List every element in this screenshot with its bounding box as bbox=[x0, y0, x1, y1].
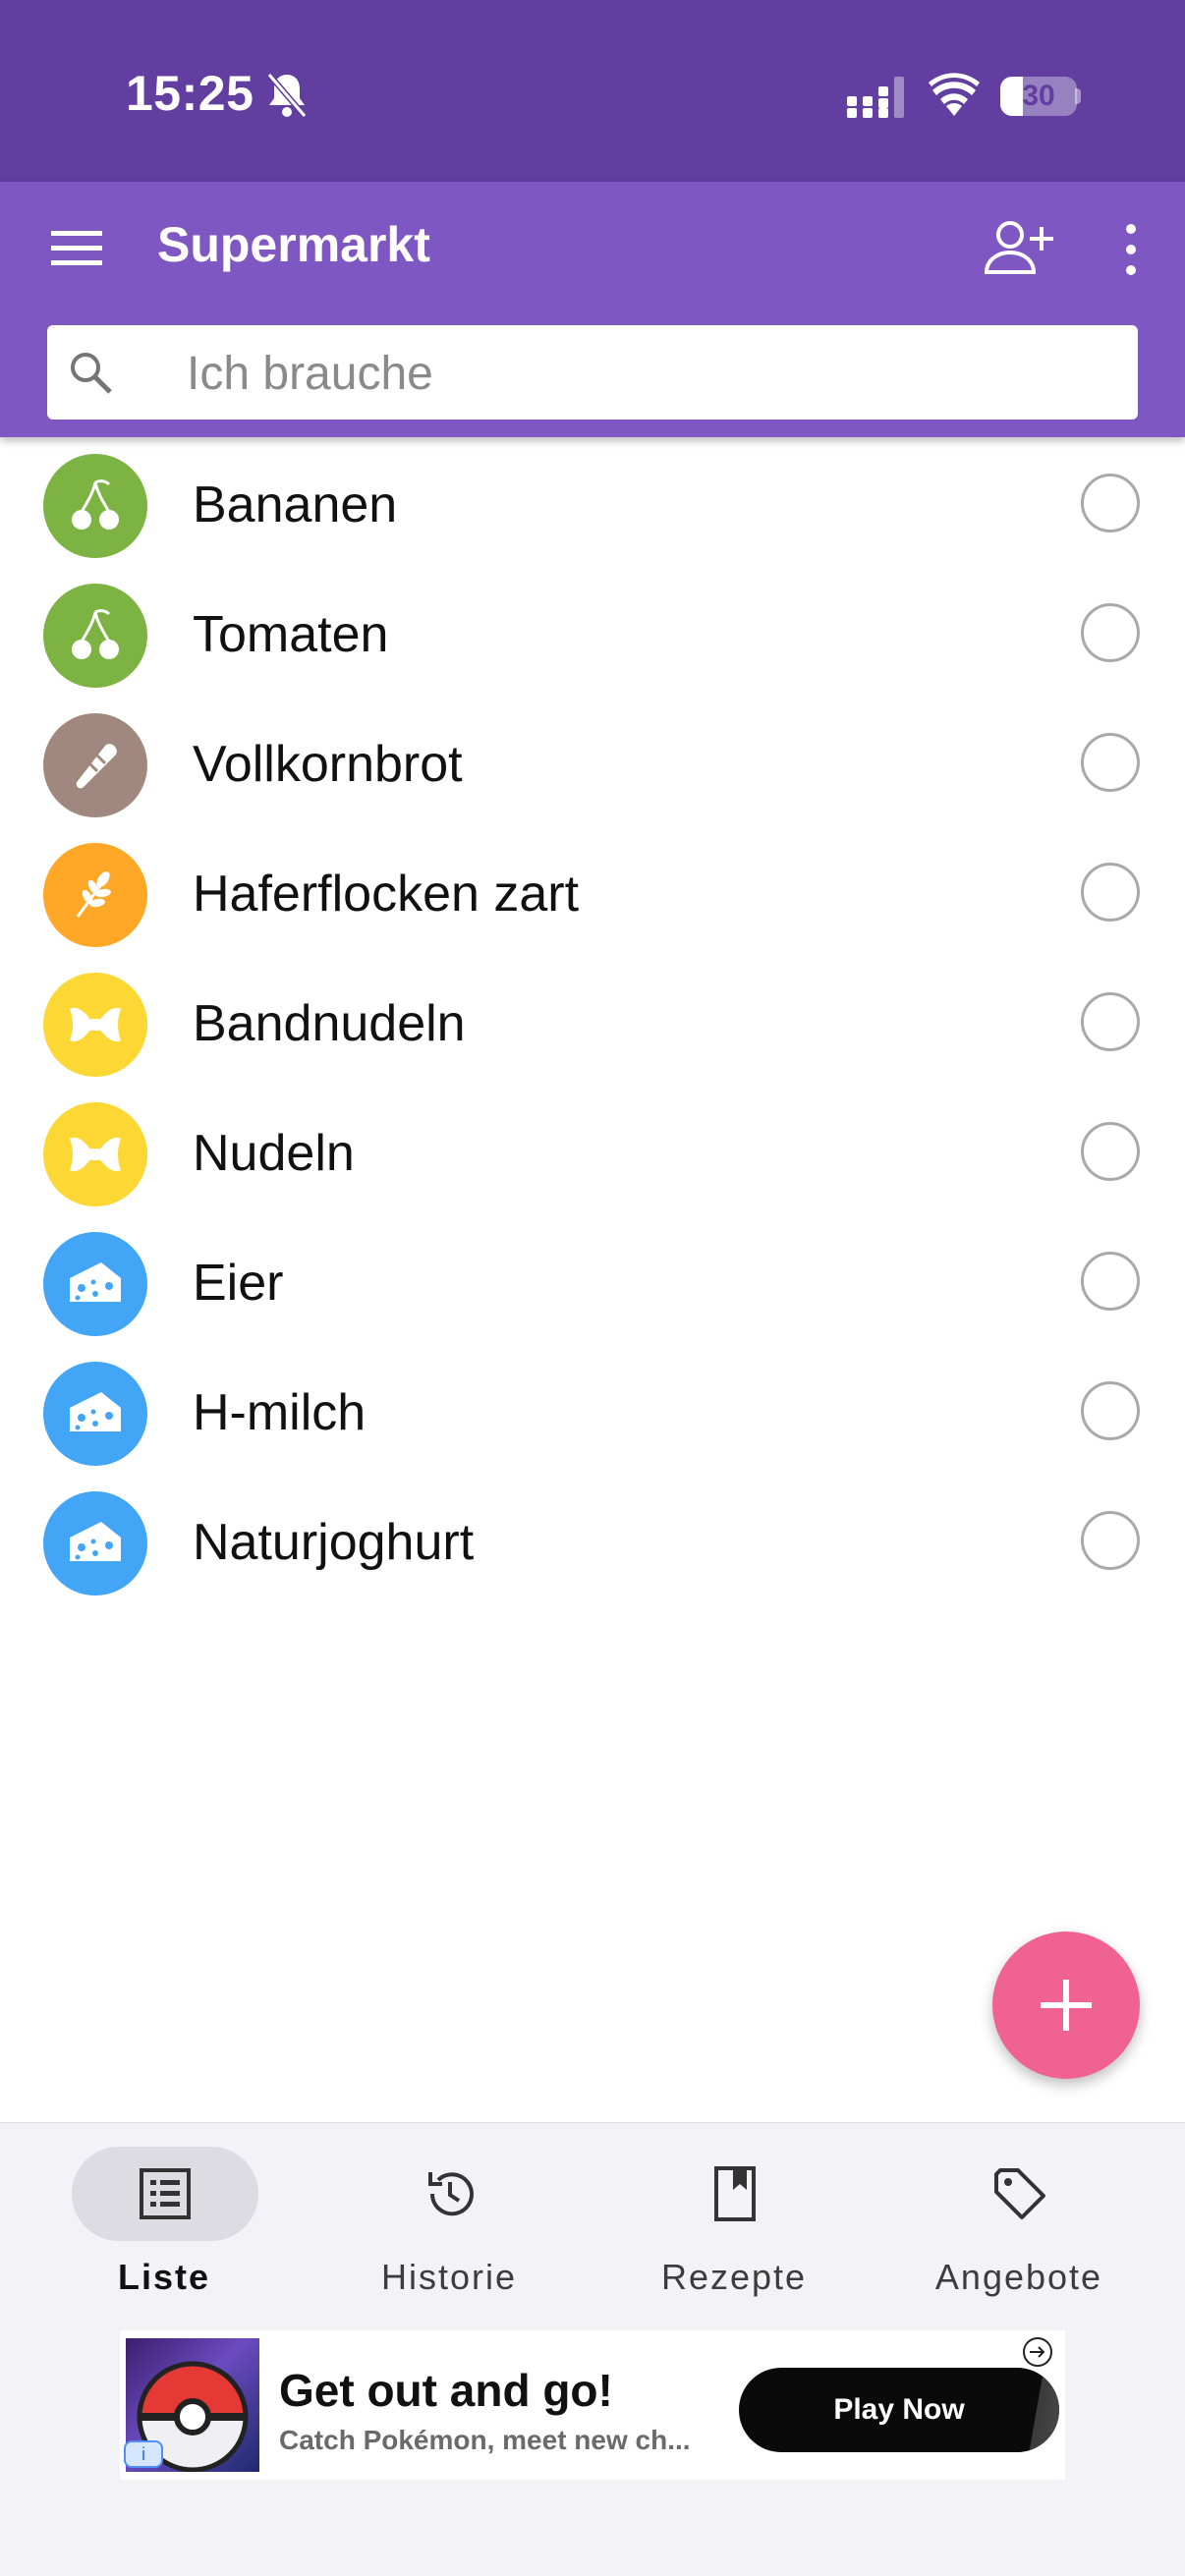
category-icon bbox=[43, 843, 147, 947]
list-item[interactable]: Vollkornbrot bbox=[0, 700, 1185, 829]
app-bar: Supermarkt bbox=[0, 182, 1185, 437]
cherry-icon bbox=[72, 479, 119, 530]
item-label: H-milch bbox=[193, 1384, 367, 1441]
category-icon bbox=[43, 1491, 147, 1596]
list-item[interactable]: Naturjoghurt bbox=[0, 1478, 1185, 1607]
item-checkbox[interactable] bbox=[1081, 1511, 1140, 1570]
arrow-right-circle-icon[interactable] bbox=[1022, 2336, 1053, 2368]
battery-cap bbox=[1075, 88, 1081, 104]
bottom-navigation: Liste Historie Rezepte Angebote bbox=[0, 2122, 1185, 2325]
cheese-icon bbox=[70, 1262, 121, 1302]
item-checkbox[interactable] bbox=[1081, 1252, 1140, 1311]
add-person-icon[interactable] bbox=[983, 217, 1053, 276]
item-label: Naturjoghurt bbox=[193, 1514, 475, 1571]
ad-subtitle: Catch Pokémon, meet new ch... bbox=[279, 2425, 691, 2455]
nav-label: Angebote bbox=[934, 2257, 1103, 2297]
list-item[interactable]: Haferflocken zart bbox=[0, 829, 1185, 959]
grain-icon bbox=[76, 871, 111, 918]
cherry-icon bbox=[72, 609, 119, 659]
nav-active-indicator bbox=[72, 2147, 258, 2241]
nav-pill bbox=[642, 2147, 828, 2241]
list-item[interactable]: Nudeln bbox=[0, 1089, 1185, 1218]
list-item[interactable]: Bananen bbox=[0, 440, 1185, 570]
category-icon bbox=[43, 1232, 147, 1336]
more-vert-icon[interactable] bbox=[1116, 221, 1146, 278]
bread-icon bbox=[76, 744, 117, 789]
category-icon bbox=[43, 584, 147, 688]
list-item[interactable]: Tomaten bbox=[0, 570, 1185, 700]
bookmark-icon bbox=[714, 2166, 756, 2221]
item-checkbox[interactable] bbox=[1081, 1122, 1140, 1181]
list-item[interactable]: Bandnudeln bbox=[0, 959, 1185, 1089]
status-bar: 15:25 30 bbox=[0, 0, 1185, 182]
item-label: Tomaten bbox=[193, 606, 389, 663]
info-icon[interactable]: i bbox=[124, 2440, 163, 2468]
item-checkbox[interactable] bbox=[1081, 1381, 1140, 1440]
nav-label: Historie bbox=[380, 2257, 518, 2297]
item-checkbox[interactable] bbox=[1081, 603, 1140, 662]
menu-icon[interactable] bbox=[49, 227, 104, 270]
status-time: 15:25 bbox=[126, 66, 254, 121]
category-icon bbox=[43, 713, 147, 817]
nav-label: Rezepte bbox=[660, 2257, 808, 2297]
history-icon bbox=[428, 2172, 474, 2216]
item-checkbox[interactable] bbox=[1081, 733, 1140, 792]
search-bar[interactable] bbox=[47, 325, 1138, 421]
nav-item-historie[interactable]: Historie bbox=[307, 2123, 592, 2325]
item-checkbox[interactable] bbox=[1081, 863, 1140, 922]
list-icon bbox=[140, 2168, 191, 2219]
item-checkbox[interactable] bbox=[1081, 992, 1140, 1051]
search-icon bbox=[71, 353, 112, 394]
item-label: Eier bbox=[193, 1255, 284, 1312]
nav-pill bbox=[357, 2147, 543, 2241]
item-checkbox[interactable] bbox=[1081, 474, 1140, 532]
battery-icon: 30 bbox=[1000, 77, 1077, 116]
plus-icon bbox=[1041, 1980, 1092, 2031]
ad-banner[interactable]: i Get out and go! Catch Pokémon, meet ne… bbox=[120, 2330, 1065, 2480]
bell-muted-icon bbox=[266, 73, 308, 118]
item-label: Nudeln bbox=[193, 1125, 355, 1182]
page-title: Supermarkt bbox=[157, 217, 430, 272]
item-label: Bananen bbox=[193, 476, 398, 533]
shopping-list: Bananen Tomaten Vollkornbrot Haferflocken z… bbox=[0, 440, 1185, 1607]
item-label: Bandnudeln bbox=[193, 995, 466, 1052]
category-icon bbox=[43, 1362, 147, 1466]
list-item[interactable]: H-milch bbox=[0, 1348, 1185, 1478]
wifi-icon bbox=[929, 73, 980, 116]
list-item[interactable]: Eier bbox=[0, 1218, 1185, 1348]
search-input[interactable] bbox=[185, 325, 1112, 421]
pasta-icon bbox=[70, 1007, 121, 1042]
cheese-icon bbox=[70, 1392, 121, 1431]
nav-item-rezepte[interactable]: Rezepte bbox=[592, 2123, 876, 2325]
add-item-button[interactable] bbox=[992, 1932, 1140, 2079]
category-icon bbox=[43, 454, 147, 558]
nav-item-liste[interactable]: Liste bbox=[22, 2123, 307, 2325]
cheese-icon bbox=[70, 1522, 121, 1561]
nav-item-angebote[interactable]: Angebote bbox=[876, 2123, 1161, 2325]
item-label: Vollkornbrot bbox=[193, 736, 463, 793]
nav-label: Liste bbox=[117, 2257, 211, 2297]
category-icon bbox=[43, 973, 147, 1077]
pasta-icon bbox=[70, 1137, 121, 1172]
play-now-button[interactable]: Play Now bbox=[739, 2368, 1059, 2452]
category-icon bbox=[43, 1102, 147, 1206]
tag-icon bbox=[994, 2168, 1045, 2219]
battery-level: 30 bbox=[1022, 80, 1055, 112]
ad-title: Get out and go! bbox=[279, 2365, 613, 2416]
ad-area: i Get out and go! Catch Pokémon, meet ne… bbox=[0, 2324, 1185, 2576]
play-now-label: Play Now bbox=[833, 2393, 965, 2426]
item-label: Haferflocken zart bbox=[193, 866, 580, 923]
nav-pill bbox=[927, 2147, 1113, 2241]
signal-icon bbox=[847, 77, 904, 118]
